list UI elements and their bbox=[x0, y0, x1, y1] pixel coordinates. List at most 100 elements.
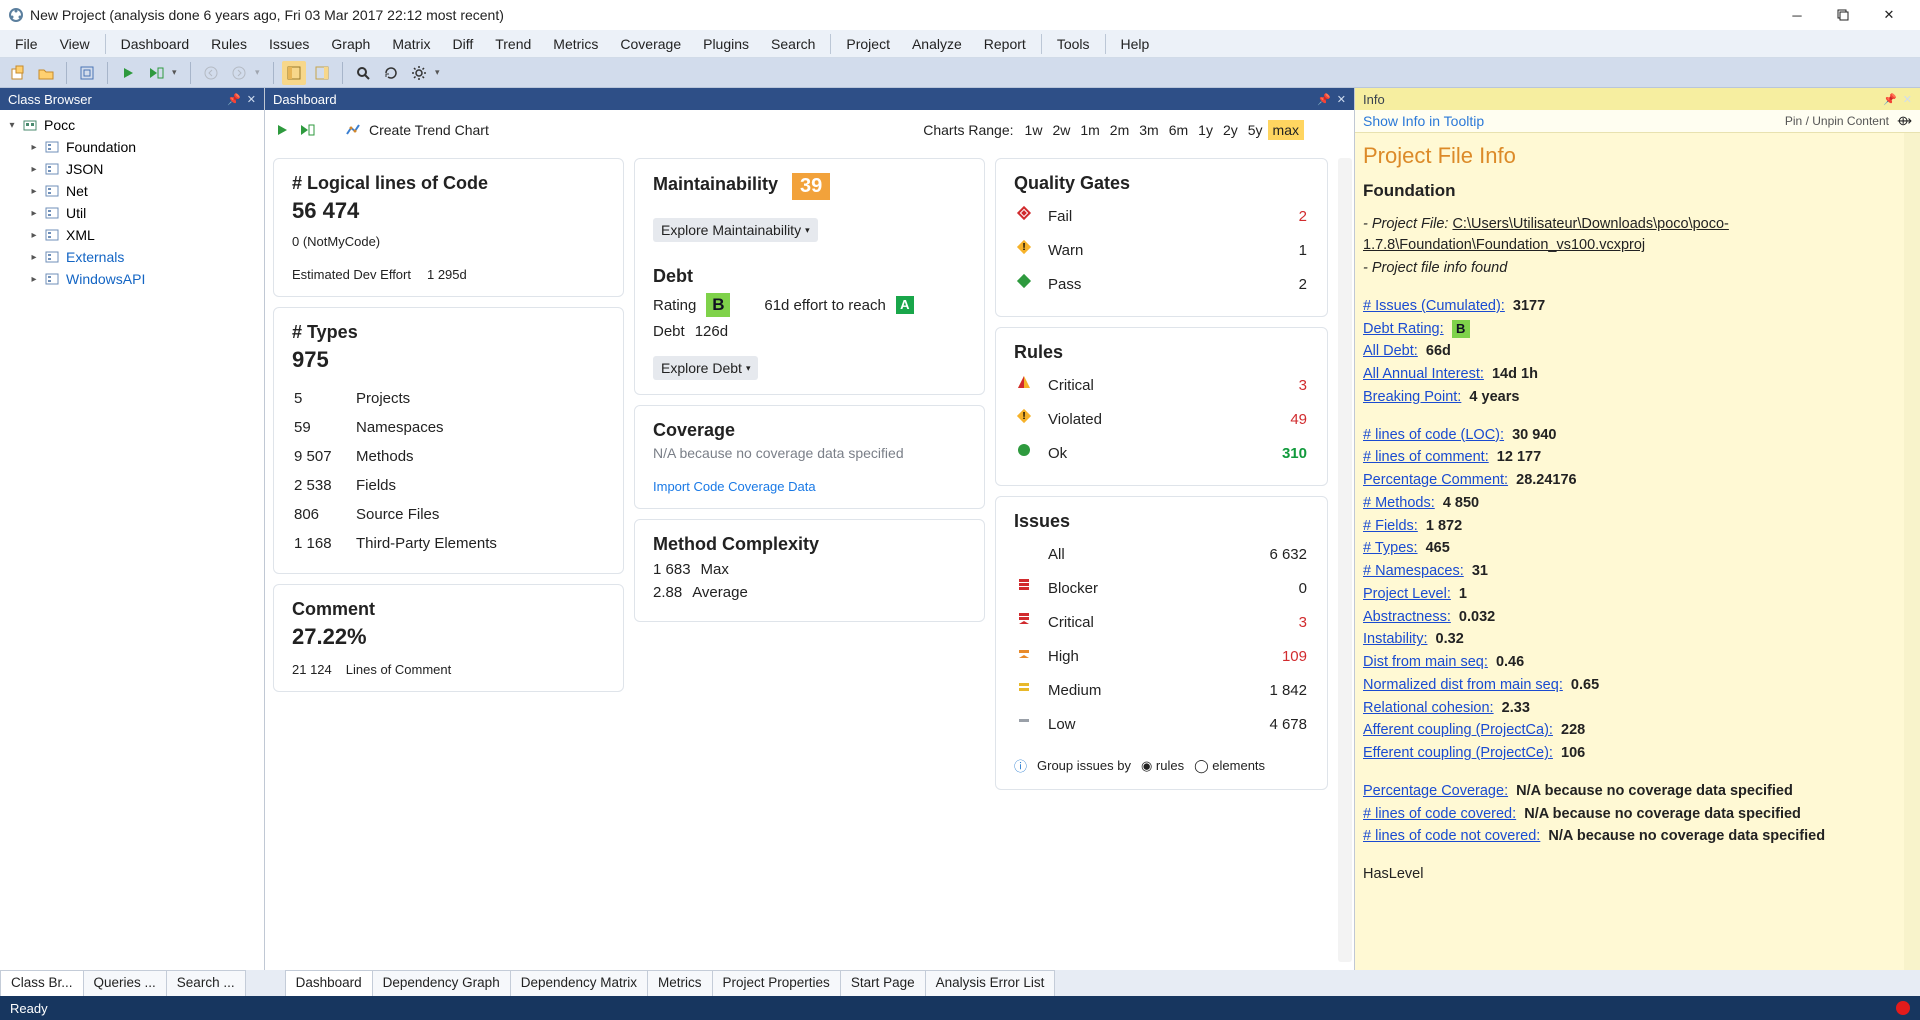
range-max[interactable]: max bbox=[1268, 120, 1304, 140]
forward-icon[interactable] bbox=[227, 61, 251, 85]
pin-icon[interactable]: 📌 bbox=[1317, 93, 1331, 106]
minimize-button[interactable]: ─ bbox=[1774, 0, 1820, 30]
metric-link[interactable]: Afferent coupling (ProjectCa): bbox=[1363, 722, 1553, 738]
explore-maintainability-button[interactable]: Explore Maintainability ▾ bbox=[653, 218, 818, 242]
close-icon[interactable]: ✕ bbox=[247, 93, 256, 106]
tree-item[interactable]: ▸JSON bbox=[6, 158, 258, 180]
menu-file[interactable]: File bbox=[4, 32, 49, 56]
pin-icon[interactable]: 📌 bbox=[1883, 93, 1897, 106]
metric-link[interactable]: # lines of code not covered: bbox=[1363, 828, 1540, 844]
menu-graph[interactable]: Graph bbox=[320, 32, 381, 56]
tab-class-br-[interactable]: Class Br... bbox=[0, 970, 84, 996]
menu-tools[interactable]: Tools bbox=[1046, 32, 1101, 56]
play-compare-icon[interactable] bbox=[299, 123, 315, 137]
explore-debt-button[interactable]: Explore Debt ▾ bbox=[653, 356, 758, 380]
close-icon[interactable]: ✕ bbox=[1903, 93, 1912, 106]
maximize-button[interactable] bbox=[1820, 0, 1866, 30]
tree-item[interactable]: ▸Net bbox=[6, 180, 258, 202]
open-project-icon[interactable] bbox=[34, 61, 58, 85]
metric-link[interactable]: # lines of code covered: bbox=[1363, 806, 1516, 822]
tab-dependency-matrix[interactable]: Dependency Matrix bbox=[510, 970, 648, 996]
close-button[interactable]: ✕ bbox=[1866, 0, 1912, 30]
tree-item[interactable]: ▸Externals bbox=[6, 246, 258, 268]
tab-analysis-error-list[interactable]: Analysis Error List bbox=[925, 970, 1056, 996]
dashboard-header[interactable]: Dashboard 📌✕ bbox=[265, 88, 1354, 110]
chevron-right-icon[interactable]: ▸ bbox=[28, 274, 40, 285]
metric-link[interactable]: Instability: bbox=[1363, 631, 1427, 647]
chevron-right-icon[interactable]: ▸ bbox=[28, 164, 40, 175]
play-compare-icon[interactable] bbox=[144, 61, 168, 85]
metric-link[interactable]: Breaking Point: bbox=[1363, 389, 1461, 405]
scrollbar[interactable] bbox=[1338, 158, 1352, 962]
range-2w[interactable]: 2w bbox=[1047, 120, 1075, 140]
tab-start-page[interactable]: Start Page bbox=[840, 970, 926, 996]
metric-link[interactable]: Dist from main seq: bbox=[1363, 654, 1488, 670]
menu-trend[interactable]: Trend bbox=[484, 32, 542, 56]
tree-item[interactable]: ▸Foundation bbox=[6, 136, 258, 158]
dropdown-icon[interactable]: ▾ bbox=[255, 67, 265, 78]
metric-link[interactable]: Normalized dist from main seq: bbox=[1363, 677, 1563, 693]
tree-item[interactable]: ▸XML bbox=[6, 224, 258, 246]
tree-root[interactable]: ▾ Pocc bbox=[6, 114, 258, 136]
menu-search[interactable]: Search bbox=[760, 32, 826, 56]
menu-view[interactable]: View bbox=[49, 32, 101, 56]
gear-icon[interactable] bbox=[407, 61, 431, 85]
dropdown-icon[interactable]: ▾ bbox=[172, 67, 182, 78]
range-3m[interactable]: 3m bbox=[1134, 120, 1163, 140]
pin-icon[interactable]: 📌 bbox=[227, 93, 241, 106]
panel-right-icon[interactable] bbox=[310, 61, 334, 85]
menu-rules[interactable]: Rules bbox=[200, 32, 258, 56]
range-1y[interactable]: 1y bbox=[1193, 120, 1218, 140]
menu-plugins[interactable]: Plugins bbox=[692, 32, 760, 56]
metric-link[interactable]: Efferent coupling (ProjectCe): bbox=[1363, 745, 1553, 761]
new-project-icon[interactable] bbox=[6, 61, 30, 85]
radio-rules[interactable]: ◉ rules bbox=[1141, 758, 1184, 774]
metric-link[interactable]: # lines of code (LOC): bbox=[1363, 427, 1504, 443]
metric-link[interactable]: # Issues (Cumulated): bbox=[1363, 298, 1505, 314]
pin-toggle-icon[interactable]: ⟴ bbox=[1897, 113, 1912, 129]
metric-link[interactable]: # Namespaces: bbox=[1363, 563, 1464, 579]
tab-metrics[interactable]: Metrics bbox=[647, 970, 713, 996]
metric-link[interactable]: Project Level: bbox=[1363, 586, 1451, 602]
class-tree[interactable]: ▾ Pocc ▸Foundation▸JSON▸Net▸Util▸XML▸Ext… bbox=[0, 110, 264, 294]
create-trend-link[interactable]: Create Trend Chart bbox=[369, 122, 489, 138]
import-coverage-link[interactable]: Import Code Coverage Data bbox=[653, 479, 816, 494]
range-5y[interactable]: 5y bbox=[1243, 120, 1268, 140]
chevron-right-icon[interactable]: ▸ bbox=[28, 230, 40, 241]
tab-project-properties[interactable]: Project Properties bbox=[712, 970, 841, 996]
info-header[interactable]: Info 📌✕ bbox=[1355, 88, 1920, 110]
tab-queries-[interactable]: Queries ... bbox=[83, 970, 167, 996]
pin-unpin-label[interactable]: Pin / Unpin Content bbox=[1785, 114, 1889, 128]
play-icon[interactable] bbox=[275, 123, 289, 137]
metric-link[interactable]: # Fields: bbox=[1363, 518, 1418, 534]
metric-link[interactable]: All Debt: bbox=[1363, 343, 1418, 359]
range-2m[interactable]: 2m bbox=[1105, 120, 1134, 140]
scrollbar[interactable] bbox=[1904, 133, 1920, 970]
chevron-right-icon[interactable]: ▸ bbox=[28, 186, 40, 197]
tree-item[interactable]: ▸WindowsAPI bbox=[6, 268, 258, 290]
menu-project[interactable]: Project bbox=[835, 32, 901, 56]
menu-issues[interactable]: Issues bbox=[258, 32, 320, 56]
range-1w[interactable]: 1w bbox=[1020, 120, 1048, 140]
tab-dependency-graph[interactable]: Dependency Graph bbox=[372, 970, 511, 996]
menu-matrix[interactable]: Matrix bbox=[381, 32, 441, 56]
chevron-right-icon[interactable]: ▸ bbox=[28, 252, 40, 263]
menu-dashboard[interactable]: Dashboard bbox=[110, 32, 201, 56]
metric-link[interactable]: All Annual Interest: bbox=[1363, 366, 1484, 382]
play-icon[interactable] bbox=[116, 61, 140, 85]
menu-coverage[interactable]: Coverage bbox=[609, 32, 692, 56]
metric-link[interactable]: # Methods: bbox=[1363, 495, 1435, 511]
menu-diff[interactable]: Diff bbox=[441, 32, 484, 56]
tree-item[interactable]: ▸Util bbox=[6, 202, 258, 224]
menu-report[interactable]: Report bbox=[973, 32, 1037, 56]
chevron-down-icon[interactable]: ▾ bbox=[6, 120, 18, 131]
metric-link[interactable]: Abstractness: bbox=[1363, 609, 1451, 625]
panel-left-icon[interactable] bbox=[282, 61, 306, 85]
close-icon[interactable]: ✕ bbox=[1337, 93, 1346, 106]
search-icon[interactable] bbox=[351, 61, 375, 85]
metric-link[interactable]: Debt Rating: bbox=[1363, 321, 1444, 337]
class-browser-header[interactable]: Class Browser 📌✕ bbox=[0, 88, 264, 110]
chevron-right-icon[interactable]: ▸ bbox=[28, 142, 40, 153]
menu-metrics[interactable]: Metrics bbox=[542, 32, 609, 56]
metric-link[interactable]: Percentage Comment: bbox=[1363, 472, 1508, 488]
